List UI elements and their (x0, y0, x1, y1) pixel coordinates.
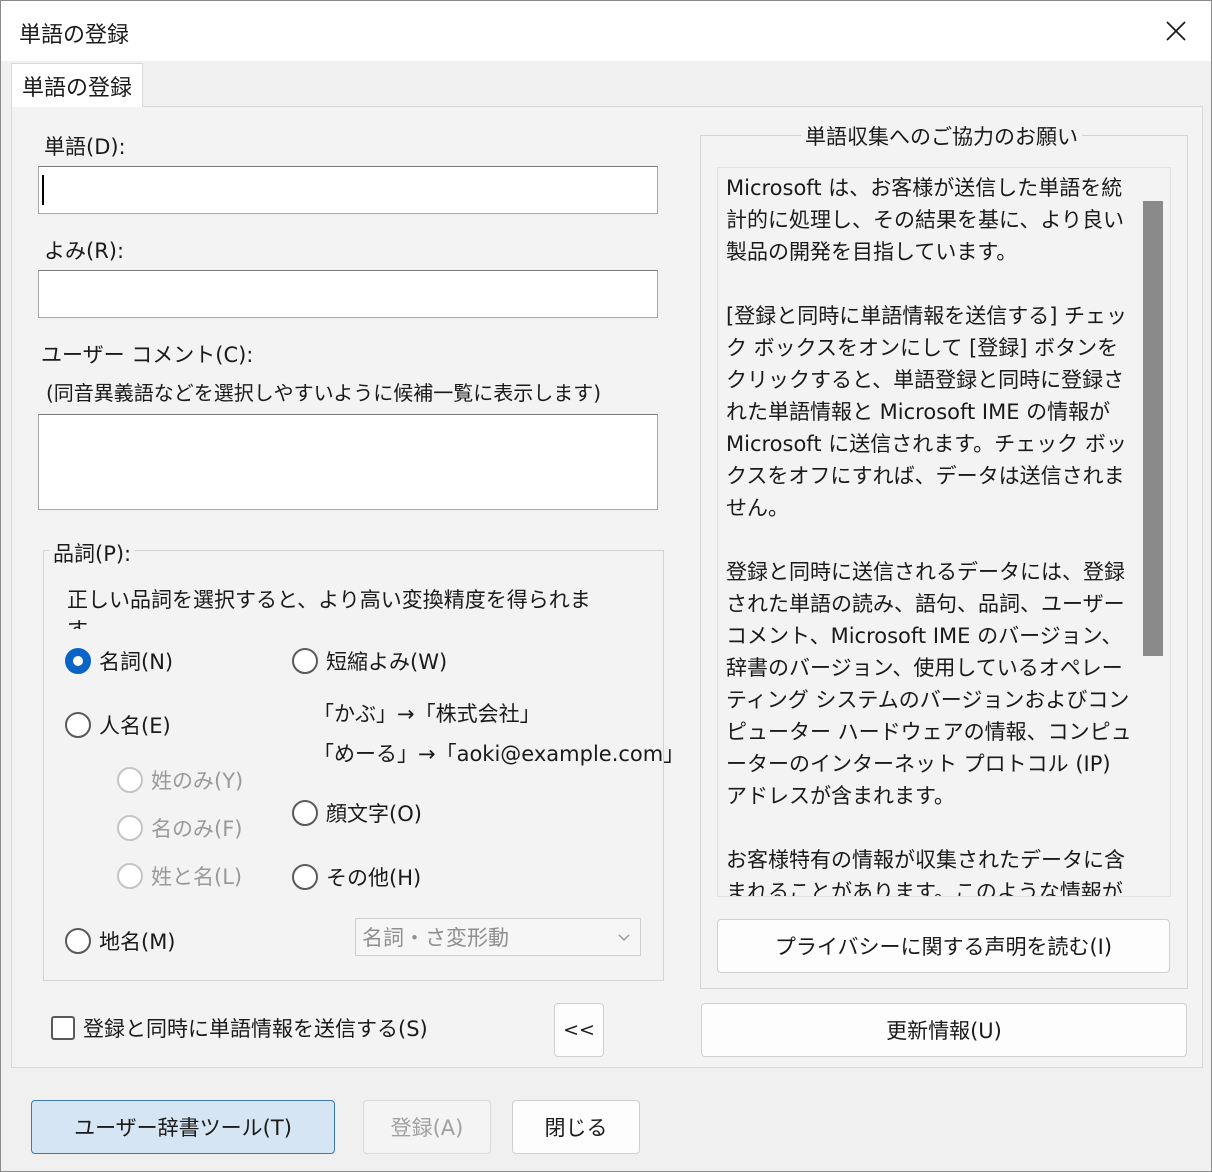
close-button[interactable]: 閉じる (512, 1100, 640, 1154)
info-paragraph: お客様特有の情報が収集されたデータに含まれることがあります。このような情報が存在… (726, 848, 1125, 897)
radio-noun-label: 名詞(N) (99, 650, 174, 674)
radio-circle (117, 767, 143, 793)
info-text-area[interactable]: Microsoft は、お客様が送信した単語を統計的に処理し、その結果を基に、よ… (717, 167, 1171, 897)
info-paragraph: Microsoft は、お客様が送信した単語を統計的に処理し、その結果を基に、よ… (726, 176, 1124, 264)
info-content: Microsoft は、お客様が送信した単語を統計的に処理し、その結果を基に、よ… (726, 172, 1136, 897)
privacy-statement-button[interactable]: プライバシーに関する声明を読む(I) (717, 919, 1170, 973)
radio-surname-and-given[interactable]: 姓と名(L) (117, 861, 242, 891)
radio-circle (292, 648, 318, 674)
comment-input[interactable] (38, 414, 658, 510)
radio-place-name[interactable]: 地名(M) (65, 926, 176, 956)
comment-label: ユーザー コメント(C): (41, 343, 254, 367)
collapse-info-button[interactable]: << (554, 1003, 604, 1057)
radio-noun[interactable]: 名詞(N) (65, 646, 173, 676)
radio-emoticon-label: 顔文字(O) (326, 802, 422, 826)
update-info-button[interactable]: 更新情報(U) (701, 1003, 1187, 1057)
close-icon (1166, 21, 1186, 41)
radio-place-name-label: 地名(M) (99, 930, 176, 954)
radio-abbrev-reading[interactable]: 短縮よみ(W) (292, 646, 447, 676)
radio-person-name[interactable]: 人名(E) (65, 710, 171, 740)
radio-circle (65, 928, 91, 954)
radio-given-only[interactable]: 名のみ(F) (117, 813, 242, 843)
radio-circle (65, 648, 91, 674)
reading-label: よみ(R): (44, 239, 125, 263)
radio-emoticon[interactable]: 顔文字(O) (292, 798, 422, 828)
reading-input[interactable] (38, 270, 658, 318)
register-button[interactable]: 登録(A) (363, 1100, 491, 1154)
radio-person-name-label: 人名(E) (99, 714, 171, 738)
text-caret (42, 175, 44, 205)
other-pos-select[interactable]: 名詞・さ変形動 (355, 918, 641, 956)
radio-surname-only[interactable]: 姓のみ(Y) (117, 765, 243, 795)
window-title: 単語の登録 (19, 23, 130, 48)
radio-circle (292, 800, 318, 826)
send-word-info-checkbox[interactable]: 登録と同時に単語情報を送信する(S) (51, 1013, 428, 1043)
register-word-dialog: 単語の登録 単語の登録 単語(D): よみ(R): ユーザー コメント(C): … (0, 0, 1212, 1172)
radio-surname-only-label: 姓のみ(Y) (151, 769, 244, 793)
radio-circle (65, 712, 91, 738)
info-paragraph: [登録と同時に単語情報を送信する] チェック ボックスをオンにして [登録] ボ… (726, 304, 1128, 520)
radio-given-only-label: 名のみ(F) (151, 817, 243, 841)
info-legend: 単語収集へのご協力のお願い (801, 121, 1082, 151)
radio-circle (117, 863, 143, 889)
chevron-down-icon (618, 934, 630, 942)
word-label: 単語(D): (44, 135, 126, 159)
info-paragraph: 登録と同時に送信されるデータには、登録された単語の読み、語句、品詞、ユーザー コ… (726, 560, 1132, 808)
user-dictionary-tool-button[interactable]: ユーザー辞書ツール(T) (31, 1100, 335, 1154)
info-scrollbar-thumb[interactable] (1143, 201, 1163, 656)
abbrev-example-2: 「めーる」→「aoki@example.com」 (313, 742, 685, 766)
checkbox-box (51, 1016, 75, 1040)
send-word-info-label: 登録と同時に単語情報を送信する(S) (83, 1017, 428, 1041)
pos-description: 正しい品詞を選択すると、より高い変換精度を得られます。 (67, 588, 591, 629)
other-pos-select-value: 名詞・さ変形動 (362, 926, 509, 950)
title-bar: 単語の登録 (1, 1, 1211, 61)
close-window-button[interactable] (1141, 1, 1211, 61)
pos-legend: 品詞(P): (49, 538, 136, 568)
radio-circle (292, 864, 318, 890)
radio-surname-and-given-label: 姓と名(L) (151, 865, 243, 889)
abbrev-example-1: 「かぶ」→「株式会社」 (313, 702, 541, 726)
radio-other-label: その他(H) (326, 866, 422, 890)
comment-hint: (同音異義語などを選択しやすいように候補一覧に表示します) (46, 381, 602, 405)
radio-abbrev-reading-label: 短縮よみ(W) (326, 650, 448, 674)
radio-other[interactable]: その他(H) (292, 862, 421, 892)
tab-register-word[interactable]: 単語の登録 (11, 63, 143, 107)
word-input[interactable] (38, 166, 658, 214)
radio-circle (117, 815, 143, 841)
